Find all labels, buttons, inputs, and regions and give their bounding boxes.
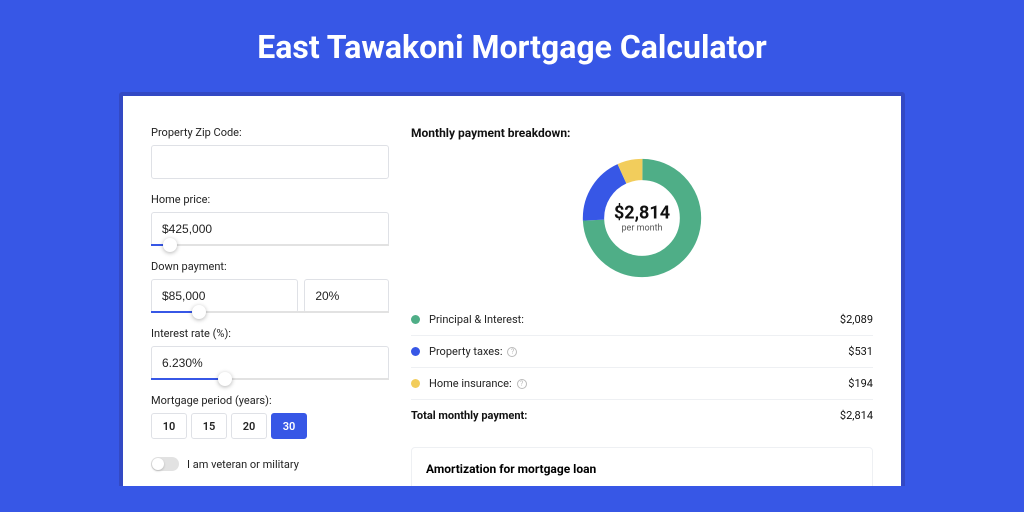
slider-thumb[interactable] (163, 238, 177, 252)
breakdown-value: $194 (848, 377, 873, 390)
interest-field: Interest rate (%): (151, 327, 389, 380)
app-frame: Property Zip Code: Home price: Down paym… (119, 92, 905, 486)
breakdown-value: $531 (848, 345, 873, 358)
breakdown-label: Home insurance:? (429, 377, 848, 390)
home-price-input[interactable] (151, 212, 389, 246)
veteran-toggle[interactable] (151, 457, 179, 471)
zip-field: Property Zip Code: (151, 126, 389, 179)
veteran-row: I am veteran or military (151, 457, 389, 471)
down-payment-field: Down payment: (151, 260, 389, 313)
toggle-knob (152, 458, 164, 470)
amortization-card: Amortization for mortgage loan Amortizat… (411, 447, 873, 486)
down-payment-input[interactable] (151, 279, 298, 313)
total-value: $2,814 (840, 409, 873, 422)
zip-input[interactable] (151, 145, 389, 179)
breakdown-row: Home insurance:?$194 (411, 367, 873, 399)
donut-amount: $2,814 (614, 203, 670, 224)
down-payment-label: Down payment: (151, 260, 389, 273)
slider-thumb[interactable] (218, 372, 232, 386)
breakdown-rows: Principal & Interest:$2,089Property taxe… (411, 304, 873, 399)
breakdown-label: Principal & Interest: (429, 313, 840, 326)
info-icon[interactable]: ? (517, 379, 527, 389)
period-buttons: 10152030 (151, 413, 389, 439)
down-payment-pct-input[interactable] (304, 279, 389, 313)
home-price-label: Home price: (151, 193, 389, 206)
home-price-field: Home price: (151, 193, 389, 246)
donut-sub: per month (614, 224, 670, 234)
donut-chart: $2,814 per month (411, 154, 873, 282)
calculator-card: Property Zip Code: Home price: Down paym… (123, 96, 901, 486)
amortization-title: Amortization for mortgage loan (426, 462, 858, 476)
slider-thumb[interactable] (192, 305, 206, 319)
zip-label: Property Zip Code: (151, 126, 389, 139)
period-btn-15[interactable]: 15 (191, 413, 227, 439)
period-label: Mortgage period (years): (151, 394, 389, 407)
breakdown-row: Property taxes:?$531 (411, 335, 873, 367)
period-btn-10[interactable]: 10 (151, 413, 187, 439)
legend-dot (411, 379, 420, 388)
donut-center: $2,814 per month (614, 203, 670, 234)
info-icon[interactable]: ? (507, 347, 517, 357)
page-title: East Tawakoni Mortgage Calculator (0, 0, 1024, 92)
breakdown-value: $2,089 (840, 313, 873, 326)
period-btn-30[interactable]: 30 (271, 413, 307, 439)
total-label: Total monthly payment: (411, 409, 840, 422)
total-row: Total monthly payment: $2,814 (411, 399, 873, 431)
breakdown-label: Property taxes:? (429, 345, 848, 358)
legend-dot (411, 315, 420, 324)
breakdown-row: Principal & Interest:$2,089 (411, 304, 873, 335)
legend-dot (411, 347, 420, 356)
inputs-column: Property Zip Code: Home price: Down paym… (151, 126, 389, 486)
results-column: Monthly payment breakdown: $2,814 per mo… (411, 126, 873, 486)
period-field: Mortgage period (years): 10152030 (151, 394, 389, 439)
interest-label: Interest rate (%): (151, 327, 389, 340)
interest-input[interactable] (151, 346, 389, 380)
period-btn-20[interactable]: 20 (231, 413, 267, 439)
breakdown-title: Monthly payment breakdown: (411, 126, 873, 140)
veteran-label: I am veteran or military (187, 458, 299, 471)
